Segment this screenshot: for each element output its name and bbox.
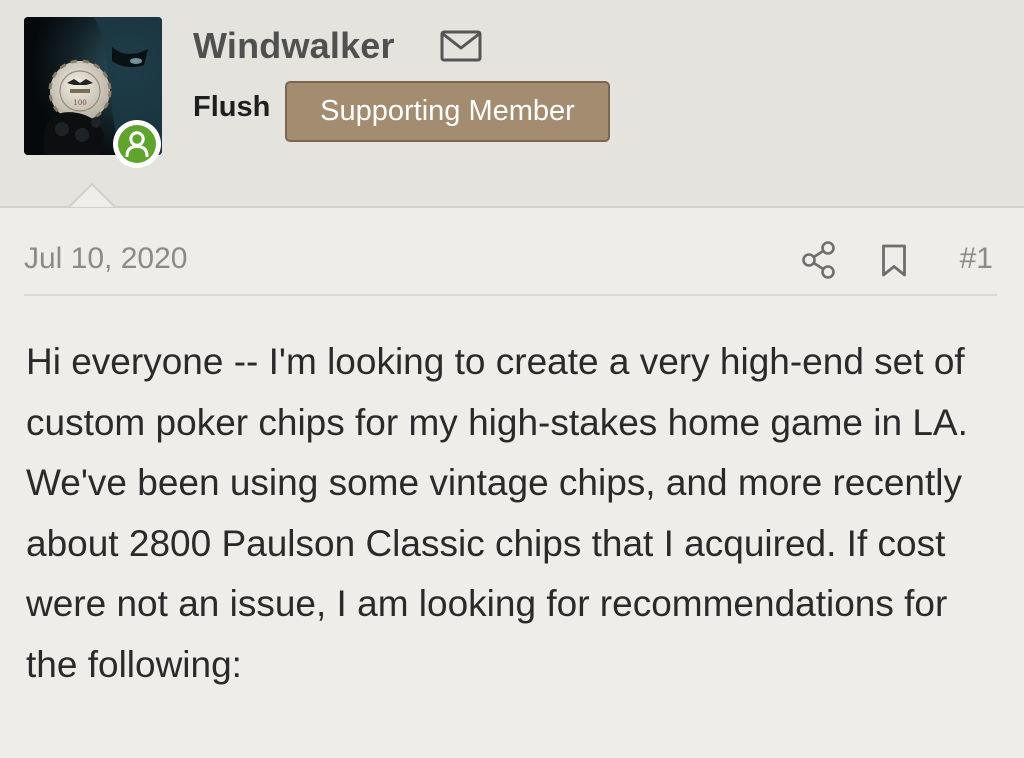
user-header: 100 Windwalker Flush Supporting Member — [0, 0, 1024, 208]
post-meta-bar: Jul 10, 2020 #1 — [24, 232, 997, 296]
mail-icon[interactable] — [440, 30, 482, 67]
header-pointer — [66, 181, 118, 207]
user-online-icon — [125, 131, 149, 157]
user-rank: Flush — [193, 91, 271, 123]
bookmark-icon[interactable] — [881, 244, 907, 283]
svg-text:100: 100 — [73, 99, 86, 107]
post-date-link[interactable]: Jul 10, 2020 — [24, 242, 187, 276]
online-status-indicator — [113, 120, 161, 168]
username-link[interactable]: Windwalker — [193, 25, 395, 67]
post-body-text: Hi everyone -- I'm looking to create a v… — [26, 341, 968, 685]
share-icon[interactable] — [801, 240, 837, 285]
supporting-member-badge: Supporting Member — [285, 81, 610, 142]
post-number-link[interactable]: #1 — [960, 242, 993, 276]
